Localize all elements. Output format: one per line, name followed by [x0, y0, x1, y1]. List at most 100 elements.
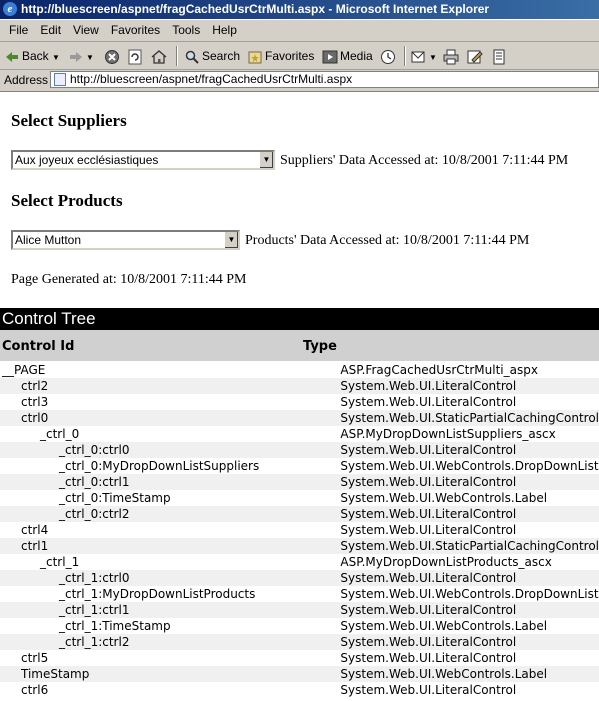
- search-label: Search: [202, 49, 241, 63]
- control-id-cell: ctrl1: [0, 538, 340, 554]
- control-id-cell: ctrl0: [0, 410, 340, 426]
- suppliers-dropdown[interactable]: Aux joyeux ecclésiastiques ▼: [11, 150, 275, 170]
- control-type-cell: System.Web.UI.WebControls.Label: [340, 491, 548, 505]
- column-type: Type: [303, 339, 337, 354]
- control-id-cell: ctrl6: [21, 683, 49, 697]
- page-content: Select Suppliers Aux joyeux ecclésiastiq…: [0, 92, 599, 701]
- menu-file[interactable]: File: [0, 20, 34, 41]
- control-id-cell: ctrl2: [0, 378, 340, 394]
- address-url: http://bluescreen/aspnet/fragCachedUsrCt…: [70, 72, 353, 86]
- table-row: _ctrl_0 ASP.MyDropDownListSuppliers_ascx: [0, 426, 599, 442]
- control-type-cell: System.Web.UI.LiteralControl: [340, 651, 517, 665]
- control-id-cell: __PAGE: [2, 363, 46, 377]
- address-bar: Address http://bluescreen/aspnet/fragCac…: [0, 70, 599, 92]
- ie-icon: e: [3, 2, 17, 16]
- table-row: ctrl6 System.Web.UI.LiteralControl: [0, 682, 599, 698]
- favorites-button[interactable]: Favorites: [247, 46, 314, 66]
- back-button[interactable]: Back ▼: [4, 46, 60, 66]
- refresh-button[interactable]: [127, 46, 145, 66]
- home-icon: [151, 49, 167, 64]
- address-label: Address: [4, 73, 49, 87]
- control-id-cell: _ctrl_0:ctrl1: [0, 474, 340, 490]
- toolbar-separator: [404, 46, 406, 66]
- home-button[interactable]: [151, 46, 169, 66]
- mail-button[interactable]: ▼: [411, 46, 437, 66]
- title-bar[interactable]: e http://bluescreen/aspnet/fragCachedUsrC…: [0, 0, 599, 19]
- control-id-cell: _ctrl_1:TimeStamp: [59, 619, 171, 633]
- table-row: __PAGE ASP.FragCachedUsrCtrMulti_aspx: [0, 362, 599, 378]
- control-type-cell: System.Web.UI.LiteralControl: [340, 683, 517, 697]
- control-id-cell: _ctrl_1: [40, 555, 80, 569]
- control-id-cell: ctrl3: [21, 395, 49, 409]
- edit-icon: [467, 50, 483, 64]
- control-id-cell: _ctrl_1:ctrl2: [0, 634, 340, 650]
- table-row: ctrl3 System.Web.UI.LiteralControl: [0, 394, 599, 410]
- products-timestamp: Products' Data Accessed at: 10/8/2001 7:…: [245, 233, 530, 248]
- products-heading: Select Products: [11, 191, 123, 210]
- table-row: _ctrl_0:ctrl2 System.Web.UI.LiteralContro…: [0, 506, 599, 522]
- control-type-cell: System.Web.UI.StaticPartialCachingContro…: [339, 538, 599, 554]
- discuss-icon: [493, 49, 505, 65]
- control-id-cell: _ctrl_1:ctrl1: [0, 602, 340, 618]
- history-button[interactable]: [380, 46, 398, 66]
- control-id-cell: _ctrl_0:ctrl0: [0, 442, 340, 458]
- table-row: ctrl1 System.Web.UI.StaticPartialCachingC…: [0, 538, 599, 554]
- control-type-cell: System.Web.UI.LiteralControl: [340, 523, 517, 537]
- table-row: _ctrl_0:TimeStamp System.Web.UI.WebContro…: [0, 490, 599, 506]
- products-dropdown[interactable]: Alice Mutton ▼: [11, 230, 240, 250]
- media-icon: [322, 50, 338, 64]
- menu-bar: File Edit View Favorites Tools Help: [0, 20, 599, 42]
- control-id-cell: TimeStamp: [0, 666, 340, 682]
- control-type-cell: System.Web.UI.StaticPartialCachingContro…: [339, 410, 599, 426]
- menu-view[interactable]: View: [67, 20, 105, 41]
- search-button[interactable]: Search: [184, 46, 240, 66]
- table-row: ctrl5 System.Web.UI.LiteralControl: [0, 650, 599, 666]
- control-id-cell: _ctrl_0:TimeStamp: [59, 491, 171, 505]
- chevron-down-icon[interactable]: ▼: [259, 152, 273, 168]
- discuss-button[interactable]: [491, 46, 509, 66]
- table-row: ctrl4 System.Web.UI.LiteralControl: [0, 522, 599, 538]
- back-label: Back: [22, 49, 49, 63]
- control-type-cell: ASP.MyDropDownListProducts_ascx: [340, 555, 552, 569]
- table-row: _ctrl_1:TimeStamp System.Web.UI.WebContro…: [0, 618, 599, 634]
- favorites-icon: [248, 51, 262, 64]
- media-label: Media: [340, 49, 373, 63]
- stop-icon: [105, 49, 119, 64]
- stop-button[interactable]: [104, 46, 122, 66]
- suppliers-timestamp: Suppliers' Data Accessed at: 10/8/2001 7…: [280, 153, 569, 168]
- control-type-cell: System.Web.UI.LiteralControl: [339, 602, 599, 618]
- column-control-id: Control Id: [2, 339, 75, 354]
- chevron-down-icon[interactable]: ▼: [224, 232, 238, 248]
- print-icon: [443, 49, 459, 65]
- suppliers-selected: Aux joyeux ecclésiastiques: [15, 153, 159, 167]
- print-button[interactable]: [443, 46, 461, 66]
- control-id-cell: _ctrl_0:MyDropDownListSuppliers: [59, 459, 260, 473]
- forward-arrow-icon: [70, 51, 82, 62]
- table-row: _ctrl_1:MyDropDownListProducts System.Web…: [0, 586, 599, 602]
- control-id-cell: _ctrl_1:MyDropDownListProducts: [59, 587, 256, 601]
- control-id-cell: ctrl5: [21, 651, 49, 665]
- media-button[interactable]: Media: [322, 46, 373, 66]
- menu-favorites[interactable]: Favorites: [105, 20, 166, 41]
- forward-button[interactable]: ▼: [68, 46, 94, 66]
- menu-edit[interactable]: Edit: [34, 20, 67, 41]
- address-input[interactable]: http://bluescreen/aspnet/fragCachedUsrCt…: [50, 71, 599, 88]
- control-tree-title: Control Tree: [0, 308, 599, 330]
- control-tree-column-header: Control Id Type: [0, 330, 599, 361]
- mail-icon: [411, 51, 425, 63]
- refresh-icon: [128, 49, 142, 65]
- control-type-cell: System.Web.UI.LiteralControl: [339, 442, 599, 458]
- control-type-cell: System.Web.UI.LiteralControl: [339, 570, 599, 586]
- control-type-cell: ASP.MyDropDownListSuppliers_ascx: [340, 427, 556, 441]
- table-row: ctrl2 System.Web.UI.LiteralControl: [0, 378, 599, 394]
- menu-tools[interactable]: Tools: [166, 20, 206, 41]
- suppliers-heading: Select Suppliers: [11, 111, 127, 130]
- menu-help[interactable]: Help: [206, 20, 243, 41]
- control-tree-table: __PAGE ASP.FragCachedUsrCtrMulti_aspx ctrl…: [0, 362, 599, 698]
- control-type-cell: System.Web.UI.WebControls.Label: [339, 666, 599, 682]
- table-row: TimeStamp System.Web.UI.WebControls.Label: [0, 666, 599, 682]
- window-title: http://bluescreen/aspnet/fragCachedUsrCt…: [21, 2, 490, 16]
- edit-button[interactable]: [467, 46, 485, 66]
- control-type-cell: System.Web.UI.LiteralControl: [339, 378, 599, 394]
- control-id-cell: _ctrl_0: [40, 427, 80, 441]
